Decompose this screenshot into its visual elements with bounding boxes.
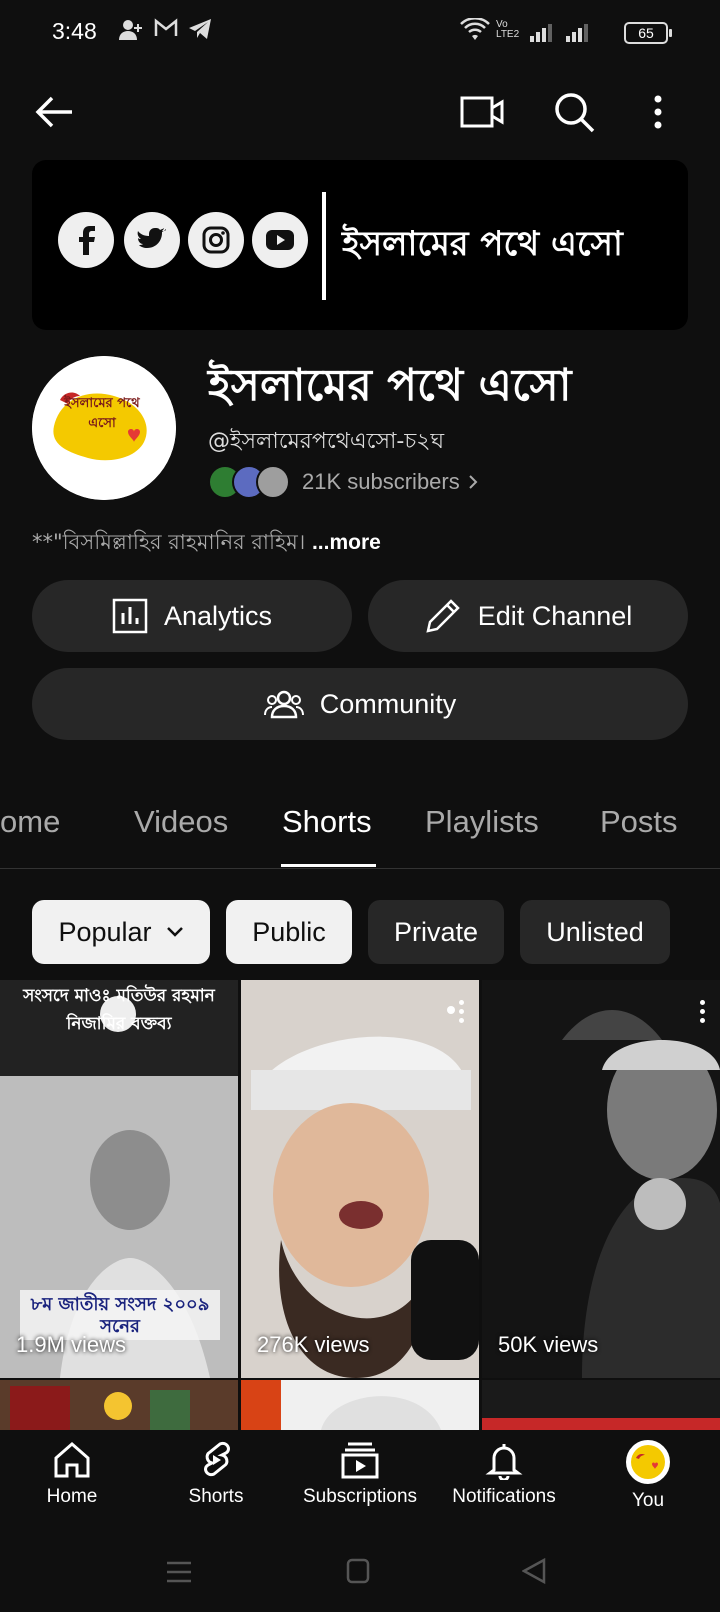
- nav-shorts[interactable]: Shorts: [144, 1440, 288, 1508]
- analytics-label: Analytics: [163, 600, 273, 631]
- more-link[interactable]: ...more: [312, 531, 381, 554]
- nav-you-label: You: [631, 1490, 665, 1511]
- channel-description[interactable]: **"বিসমিল্লাহির রাহমানির রাহিম। ...more: [32, 526, 381, 561]
- channel-banner: ইসলামের পথে এসো: [32, 160, 688, 330]
- volte-indicator: Vo LTE2: [496, 19, 520, 40]
- search-button[interactable]: [550, 88, 598, 136]
- upload-video-button[interactable]: [458, 88, 506, 136]
- nav-shorts-label: Shorts: [188, 1486, 244, 1507]
- short-views: 1.9M views: [16, 1332, 127, 1357]
- short-thumbnail[interactable]: 50K views: [482, 980, 720, 1378]
- home-icon: [54, 1442, 90, 1478]
- nav-notifications-label: Notifications: [452, 1486, 556, 1507]
- more-vertical-icon: [654, 95, 662, 129]
- bottom-navigation: Home Shorts Subscriptions Notifications …: [0, 1430, 720, 1534]
- short-thumbnail[interactable]: [241, 1380, 479, 1430]
- short-thumbnail[interactable]: [0, 1380, 238, 1430]
- nav-subscriptions[interactable]: Subscriptions: [288, 1440, 432, 1508]
- tab-home[interactable]: ome: [0, 804, 60, 840]
- signal-icon: [530, 22, 552, 42]
- recent-apps-icon[interactable]: [166, 1560, 192, 1589]
- short-thumbnail[interactable]: 276K views: [241, 980, 479, 1378]
- nav-subscriptions-label: Subscriptions: [302, 1486, 418, 1507]
- analytics-icon: [112, 598, 148, 634]
- tab-videos[interactable]: Videos: [134, 804, 228, 840]
- youtube-icon: [252, 212, 308, 268]
- short-thumbnail[interactable]: [482, 1380, 720, 1430]
- profile-avatar-icon: [626, 1440, 670, 1484]
- short-views: 276K views: [257, 1332, 370, 1357]
- edit-channel-button[interactable]: Edit Channel: [368, 580, 688, 652]
- tab-posts[interactable]: Posts: [600, 804, 678, 840]
- back-triangle-icon[interactable]: [521, 1557, 546, 1589]
- subscribers-row[interactable]: 21K subscribers: [208, 464, 478, 500]
- description-text: **"বিসমিল্লাহির রাহমানির রাহিম।: [32, 530, 306, 554]
- sort-popular-dropdown[interactable]: Popular: [32, 900, 210, 964]
- system-navigation-bar: [0, 1534, 720, 1612]
- shorts-icon: [204, 1441, 230, 1477]
- filter-private-chip[interactable]: Private: [368, 900, 504, 964]
- filter-unlisted-chip[interactable]: Unlisted: [520, 900, 670, 964]
- channel-tabs: ome Videos Shorts Playlists Posts: [0, 792, 720, 869]
- nav-home-label: Home: [46, 1486, 98, 1507]
- short-views: 50K views: [498, 1332, 599, 1357]
- back-arrow-icon: [35, 96, 72, 128]
- more-options-button[interactable]: [634, 88, 682, 136]
- people-icon: [263, 690, 304, 719]
- subscriptions-icon: [341, 1442, 379, 1479]
- channel-name: ইসলামের পথে এসো: [208, 360, 572, 411]
- sort-label: Popular: [58, 916, 152, 947]
- video-camera-icon: [460, 96, 504, 128]
- banner-divider: [322, 192, 326, 300]
- community-button[interactable]: Community: [32, 668, 688, 740]
- instagram-icon: [188, 212, 244, 268]
- gmail-icon: [154, 18, 178, 44]
- telegram-icon: [188, 18, 212, 46]
- nav-notifications[interactable]: Notifications: [432, 1440, 576, 1508]
- more-vertical-icon[interactable]: [700, 1000, 706, 1023]
- wifi-icon: [460, 17, 490, 48]
- avatar-logo-text: ইসলামের পথে এসো: [64, 396, 140, 431]
- tab-playlists[interactable]: Playlists: [425, 804, 539, 840]
- chevron-right-icon: [469, 475, 478, 489]
- twitter-icon: [124, 212, 180, 268]
- subscriber-count: 21K subscribers: [302, 469, 460, 494]
- community-label: Community: [319, 688, 457, 719]
- bell-icon: [485, 1444, 523, 1480]
- short-thumbnail[interactable]: সংসদে মাওঃ মতিউর রহমান নিজামির বক্তব্য ৮…: [0, 980, 238, 1378]
- back-button[interactable]: [30, 88, 78, 136]
- more-vertical-icon[interactable]: [459, 1000, 465, 1023]
- facebook-icon: [58, 212, 114, 268]
- nav-you[interactable]: You: [576, 1440, 720, 1512]
- active-tab-indicator: [281, 864, 376, 867]
- banner-title: ইসলামের পথে এসো: [342, 224, 623, 264]
- home-square-icon[interactable]: [346, 1558, 370, 1589]
- tab-shorts[interactable]: Shorts: [282, 804, 372, 840]
- signal-icon-2: [566, 22, 588, 42]
- pencil-icon: [426, 599, 460, 633]
- filter-public-chip[interactable]: Public: [226, 900, 352, 964]
- short-overlay-title: সংসদে মাওঃ মতিউর রহমান নিজামির বক্তব্য: [23, 986, 215, 1034]
- channel-avatar[interactable]: ইসলামের পথে এসো: [32, 356, 176, 500]
- nav-home[interactable]: Home: [0, 1440, 144, 1508]
- battery-indicator: 65: [624, 22, 672, 44]
- chevron-down-icon: [166, 927, 183, 937]
- status-time: 3:48: [52, 18, 97, 44]
- subscriber-avatar: [256, 465, 290, 499]
- edit-channel-label: Edit Channel: [477, 600, 633, 631]
- status-bar: 3:48 Vo LTE2 65: [0, 0, 720, 62]
- add-person-icon: [118, 18, 144, 48]
- search-icon: [555, 93, 595, 133]
- analytics-button[interactable]: Analytics: [32, 580, 352, 652]
- channel-handle: @ইসলামেরপথেএসো-চ২ঘ: [208, 429, 445, 454]
